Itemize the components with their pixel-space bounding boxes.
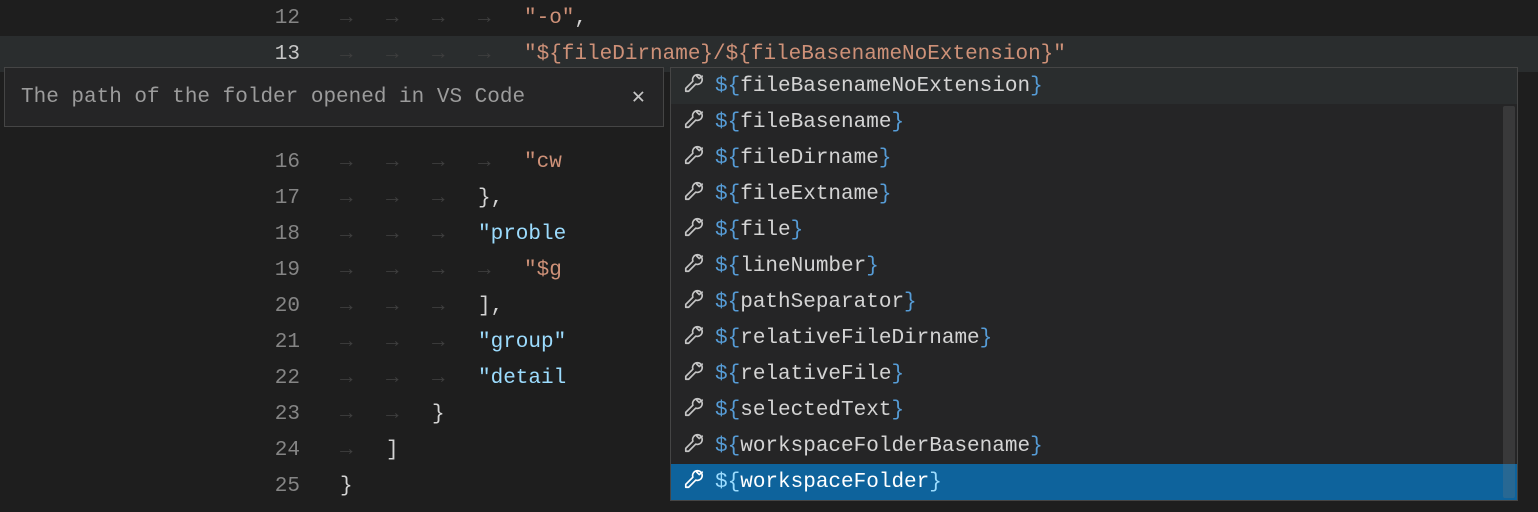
line-number: 24 bbox=[0, 439, 340, 462]
suggestion-label: ${pathSeparator} bbox=[715, 291, 917, 314]
wrench-icon bbox=[683, 216, 705, 245]
suggestion-label: ${fileBasename} bbox=[715, 111, 904, 134]
code-editor[interactable]: 12→→→→"-o",13→→→→"${fileDirname}/${fileB… bbox=[0, 0, 1538, 512]
line-number: 20 bbox=[0, 295, 340, 318]
suggestion-item-file[interactable]: ${file} bbox=[671, 212, 1517, 248]
close-icon[interactable]: ✕ bbox=[628, 80, 649, 114]
suggestion-label: ${relativeFileDirname} bbox=[715, 327, 992, 350]
suggestion-item-pathSeparator[interactable]: ${pathSeparator} bbox=[671, 284, 1517, 320]
line-number: 13 bbox=[0, 43, 340, 66]
intellisense-suggest-widget[interactable]: ${fileBasenameNoExtension} ${fileBasename… bbox=[670, 67, 1518, 501]
wrench-icon bbox=[683, 432, 705, 461]
line-number: 12 bbox=[0, 7, 340, 30]
suggestion-label: ${fileBasenameNoExtension} bbox=[715, 75, 1043, 98]
suggestion-label: ${lineNumber} bbox=[715, 255, 879, 278]
suggestion-label: ${workspaceFolder} bbox=[715, 471, 942, 494]
line-number: 19 bbox=[0, 259, 340, 282]
suggestion-label: ${fileDirname} bbox=[715, 147, 891, 170]
wrench-icon bbox=[683, 180, 705, 209]
line-number: 18 bbox=[0, 223, 340, 246]
suggestion-item-fileExtname[interactable]: ${fileExtname} bbox=[671, 176, 1517, 212]
suggestion-label: ${selectedText} bbox=[715, 399, 904, 422]
line-content: →→→→"-o", bbox=[340, 7, 1538, 30]
suggestion-item-relativeFileDirname[interactable]: ${relativeFileDirname} bbox=[671, 320, 1517, 356]
wrench-icon bbox=[683, 252, 705, 281]
code-line[interactable]: 12→→→→"-o", bbox=[0, 0, 1538, 36]
suggestion-item-fileDirname[interactable]: ${fileDirname} bbox=[671, 140, 1517, 176]
line-number: 16 bbox=[0, 151, 340, 174]
wrench-icon bbox=[683, 288, 705, 317]
line-number: 25 bbox=[0, 475, 340, 498]
suggestion-item-fileBasenameNoExtension[interactable]: ${fileBasenameNoExtension} bbox=[671, 68, 1517, 104]
wrench-icon bbox=[683, 360, 705, 389]
line-number: 22 bbox=[0, 367, 340, 390]
suggestion-label: ${fileExtname} bbox=[715, 183, 891, 206]
line-number: 23 bbox=[0, 403, 340, 426]
suggestion-item-selectedText[interactable]: ${selectedText} bbox=[671, 392, 1517, 428]
suggestion-item-workspaceFolder[interactable]: ${workspaceFolder} bbox=[671, 464, 1517, 500]
wrench-icon bbox=[683, 324, 705, 353]
wrench-icon bbox=[683, 144, 705, 173]
suggestion-item-lineNumber[interactable]: ${lineNumber} bbox=[671, 248, 1517, 284]
suggestion-label: ${relativeFile} bbox=[715, 363, 904, 386]
tooltip-text: The path of the folder opened in VS Code bbox=[21, 86, 525, 109]
line-number: 21 bbox=[0, 331, 340, 354]
line-content: →→→→"${fileDirname}/${fileBasenameNoExte… bbox=[340, 43, 1538, 66]
suggestion-label: ${file} bbox=[715, 219, 803, 242]
suggestion-details-tooltip: The path of the folder opened in VS Code… bbox=[4, 67, 664, 127]
suggestion-item-relativeFile[interactable]: ${relativeFile} bbox=[671, 356, 1517, 392]
suggestion-label: ${workspaceFolderBasename} bbox=[715, 435, 1043, 458]
scrollbar[interactable] bbox=[1503, 106, 1515, 498]
wrench-icon bbox=[683, 468, 705, 497]
wrench-icon bbox=[683, 108, 705, 137]
line-number: 17 bbox=[0, 187, 340, 210]
suggestion-item-workspaceFolderBasename[interactable]: ${workspaceFolderBasename} bbox=[671, 428, 1517, 464]
wrench-icon bbox=[683, 72, 705, 101]
wrench-icon bbox=[683, 396, 705, 425]
suggestion-item-fileBasename[interactable]: ${fileBasename} bbox=[671, 104, 1517, 140]
